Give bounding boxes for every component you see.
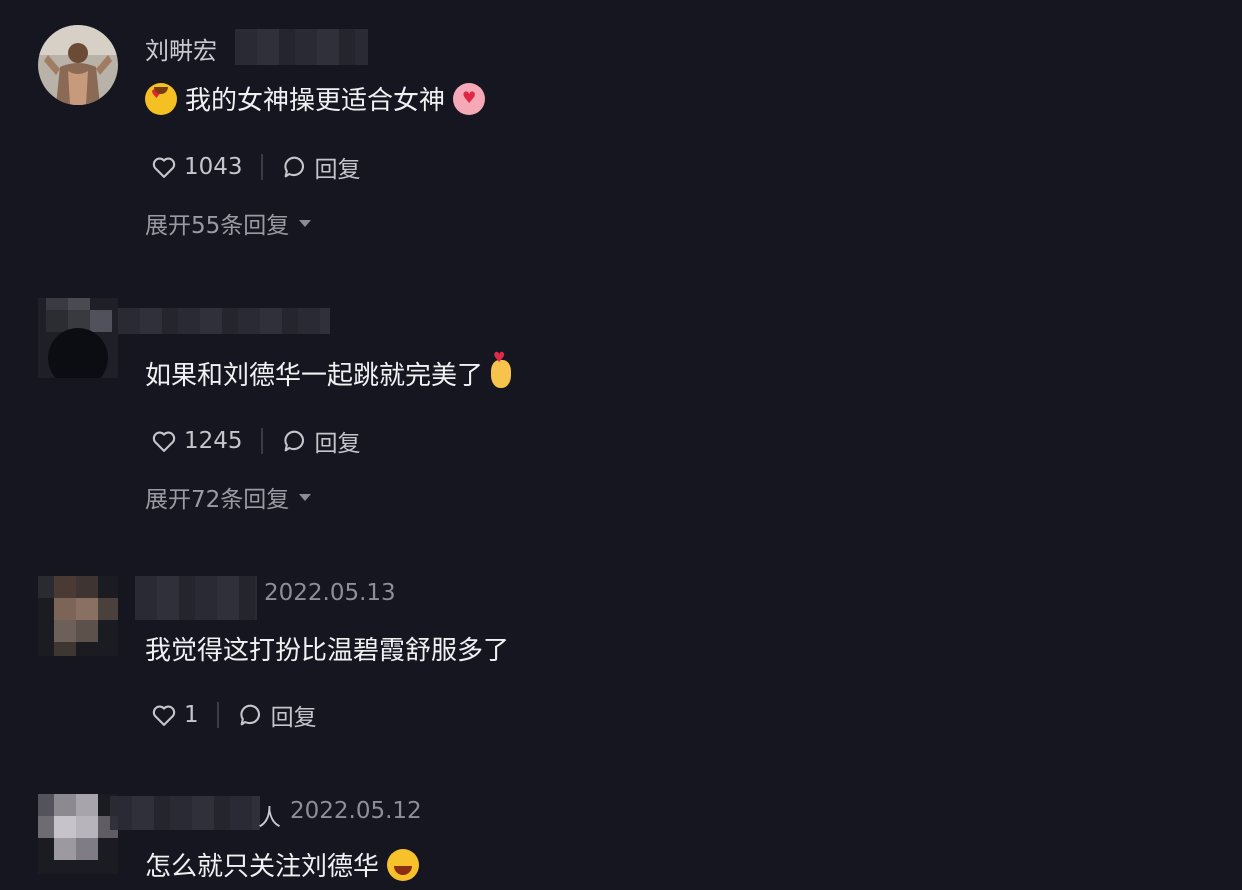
finger-heart-emoji: [491, 350, 512, 388]
caret-down-icon: [299, 219, 312, 227]
reply-button[interactable]: 回复: [281, 150, 361, 184]
like-button[interactable]: 1245: [150, 427, 243, 455]
comment-text-row: 怎么就只关注刘德华: [145, 846, 427, 883]
comment-text: 我觉得这打扮比温碧霞舒服多了: [145, 636, 510, 666]
divider: [260, 154, 263, 180]
expand-replies[interactable]: 展开55条回复: [145, 206, 312, 240]
avatar[interactable]: [38, 25, 118, 105]
username[interactable]: 刘畊宏: [145, 31, 217, 66]
blurred-name: [135, 576, 257, 620]
avatar[interactable]: [38, 794, 118, 874]
comment-text-row: 如果和刘德华一起跳就完美了: [145, 350, 519, 392]
bubble-icon: [283, 430, 304, 452]
comment-actions: 1 回复: [150, 698, 317, 732]
expand-label: 展开55条回复: [145, 213, 290, 239]
like-count: 1245: [184, 428, 243, 454]
username-suffix[interactable]: 人: [258, 798, 281, 832]
comment-actions: 1043 回复: [150, 150, 361, 184]
comment-list: 刘畊宏 我的女神操更适合女神 1043 回复 展开55条回复: [0, 0, 1242, 890]
like-count: 1: [184, 702, 199, 728]
comment-text: 怎么就只关注刘德华: [145, 852, 380, 882]
divider: [216, 702, 219, 728]
expand-label: 展开72条回复: [145, 487, 290, 513]
heart-icon: [152, 157, 176, 178]
reply-label: 回复: [314, 157, 361, 183]
expand-replies[interactable]: 展开72条回复: [145, 480, 312, 514]
caret-down-icon: [299, 493, 312, 501]
heart-eyes-emoji: [145, 82, 177, 115]
avatar[interactable]: [38, 576, 118, 656]
comment-text-row: 我的女神操更适合女神: [145, 80, 493, 117]
bubble-icon: [239, 704, 260, 726]
reply-button[interactable]: 回复: [281, 424, 361, 458]
comment-text: 我的女神操更适合女神: [185, 86, 446, 116]
comment-date: 2022.05.13: [264, 580, 396, 606]
reply-label: 回复: [314, 431, 361, 457]
avatar[interactable]: [38, 298, 118, 378]
comment-text-row: 我觉得这打扮比温碧霞舒服多了: [145, 630, 509, 667]
blurred-name: [235, 29, 368, 65]
comment-text: 如果和刘德华一起跳就完美了: [145, 361, 484, 391]
like-button[interactable]: 1043: [150, 153, 243, 181]
divider: [260, 428, 263, 454]
heart-icon: [152, 431, 176, 452]
blurred-name: [110, 796, 260, 830]
like-count: 1043: [184, 154, 243, 180]
reply-button[interactable]: 回复: [237, 698, 317, 732]
reply-label: 回复: [270, 705, 317, 731]
like-button[interactable]: 1: [150, 701, 199, 729]
bubble-icon: [283, 156, 304, 178]
comment-date: 2022.05.12: [290, 798, 422, 824]
comment-actions: 1245 回复: [150, 424, 361, 458]
hug-emoji: [453, 82, 486, 115]
heart-icon: [152, 705, 176, 726]
blurred-name: [118, 308, 330, 334]
laughing-emoji: [387, 848, 420, 881]
